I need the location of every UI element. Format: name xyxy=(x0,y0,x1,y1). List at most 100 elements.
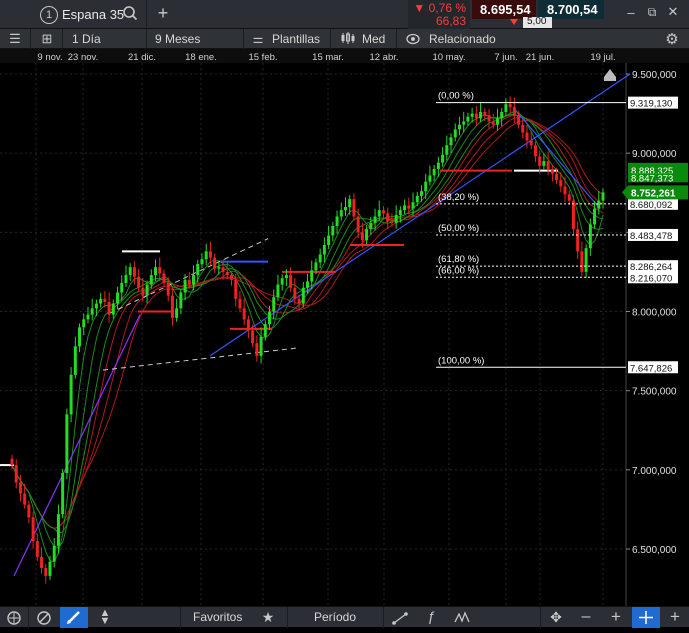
no-draw-icon[interactable] xyxy=(36,610,52,629)
function-tool-icon[interactable]: ƒ xyxy=(423,608,439,624)
period-button[interactable]: Período xyxy=(314,610,356,624)
candle-body xyxy=(268,311,272,325)
instrument-name[interactable]: Espana 35 xyxy=(62,7,124,22)
price-tick-label: 8.000,000 xyxy=(632,308,677,319)
candle-body xyxy=(192,275,196,285)
instrument-index-icon[interactable]: 1 xyxy=(40,6,58,24)
candle-body xyxy=(225,271,229,276)
candle-body xyxy=(221,267,225,272)
add-tab-icon[interactable]: + xyxy=(154,4,172,22)
candle-body xyxy=(339,210,343,217)
candle-body xyxy=(487,115,491,122)
candle-body xyxy=(517,115,521,125)
candle-body xyxy=(335,216,339,226)
settings-gear-icon[interactable]: ⚙ xyxy=(664,30,680,48)
layout-grid-icon[interactable]: ⊞ xyxy=(40,31,54,47)
candle-body xyxy=(246,319,250,331)
date-tick-label: 21 dic. xyxy=(128,52,156,63)
candle-body xyxy=(73,346,77,375)
candle-body xyxy=(373,216,377,223)
candle-body xyxy=(251,330,255,344)
candle-body xyxy=(571,200,575,230)
candle-body xyxy=(588,224,592,249)
chart-toolbar: ☰ ⊞ 1 Día 9 Meses ⚌ Plantillas Med Relac… xyxy=(0,29,689,49)
ma-green-line xyxy=(11,113,604,549)
crosshair-button[interactable] xyxy=(632,607,660,628)
candle-body xyxy=(411,202,415,209)
candle-body xyxy=(276,284,280,298)
fibonacci-price-label: 9.319,130 xyxy=(630,99,672,110)
popout-icon[interactable]: ⧉ xyxy=(645,5,659,20)
chart-area[interactable]: 9 nov. 23 nov. 21 dic. 18 ene. 15 feb. 15 mar… xyxy=(0,49,689,606)
candle-body xyxy=(272,297,276,312)
menu-icon[interactable]: ☰ xyxy=(8,31,22,47)
pattern-tool-icon[interactable] xyxy=(454,610,470,629)
candle-body xyxy=(230,275,234,280)
candle-body xyxy=(111,303,115,315)
candle-body xyxy=(479,112,483,119)
close-icon[interactable]: ✕ xyxy=(666,4,680,20)
candle-body xyxy=(187,279,191,285)
range-selector[interactable]: 9 Meses xyxy=(155,32,200,46)
candle-body xyxy=(533,145,537,157)
candle-body xyxy=(436,162,440,169)
candle-body xyxy=(559,180,563,187)
date-tick-label: 15 feb. xyxy=(248,52,277,63)
candle-body xyxy=(293,287,297,299)
favorites-button[interactable]: Favoritos xyxy=(193,610,242,624)
pencil-button[interactable] xyxy=(60,607,88,628)
candle-body xyxy=(327,235,331,245)
bottom-toolbar: ▲ ▼ Favoritos ★ Período ƒ ✥ – + + xyxy=(0,606,689,629)
zoom-out-icon[interactable]: – xyxy=(579,608,593,626)
fibonacci-price-label: 8.216,070 xyxy=(630,273,672,284)
trendline-tool-icon[interactable] xyxy=(392,610,408,629)
zoom-in-icon[interactable]: + xyxy=(609,607,623,627)
minimize-icon[interactable]: – xyxy=(624,5,638,20)
candle-body xyxy=(289,275,293,288)
candle-body xyxy=(419,191,423,196)
candle-body xyxy=(512,107,516,116)
fibonacci-level-label: (100,00 %) xyxy=(438,355,484,366)
templates-button[interactable]: Plantillas xyxy=(272,32,320,46)
candle-body xyxy=(398,210,402,215)
candle-body xyxy=(170,295,174,318)
candle-body xyxy=(52,545,56,562)
fibonacci-level-label: (38,20 %) xyxy=(438,192,479,203)
candle-body xyxy=(415,195,419,203)
candles-icon xyxy=(340,31,356,48)
candle-body xyxy=(259,336,263,356)
ma-price-label: 8.847,373 xyxy=(631,173,673,184)
fibonacci-price-label: 8.680,092 xyxy=(630,200,672,211)
change-box: ▼ 0,76 % 66,83 xyxy=(408,0,470,29)
search-icon[interactable] xyxy=(122,4,138,22)
candle-body xyxy=(310,270,314,282)
candle-body xyxy=(576,229,580,252)
candle-body xyxy=(234,279,238,299)
price-type-selector[interactable]: Med xyxy=(362,32,385,46)
related-icon xyxy=(406,33,420,45)
candle-body xyxy=(40,556,44,568)
crosshair-move-icon[interactable]: ✥ xyxy=(548,609,564,626)
candle-body xyxy=(90,308,94,315)
candle-body xyxy=(318,254,322,263)
star-icon[interactable]: ★ xyxy=(260,609,276,626)
related-button[interactable]: Relacionado xyxy=(429,32,496,46)
candlestick-chart[interactable]: 9 nov. 23 nov. 21 dic. 18 ene. 15 feb. 15 mar… xyxy=(0,49,689,606)
candle-body xyxy=(386,213,390,222)
candle-body xyxy=(521,124,525,133)
interval-selector[interactable]: 1 Día xyxy=(72,32,101,46)
candle-body xyxy=(61,473,65,515)
date-tick-label: 21 jun. xyxy=(526,52,555,63)
date-axis-bar xyxy=(0,49,689,63)
candle-body xyxy=(424,181,428,192)
candle-body xyxy=(284,275,288,279)
candle-body xyxy=(314,262,318,271)
candle-body xyxy=(331,226,335,236)
candle-body xyxy=(453,129,457,138)
candle-body xyxy=(78,327,82,347)
candle-body xyxy=(141,287,145,296)
candle-body xyxy=(457,124,461,130)
move-arrows-icon[interactable]: ▲ ▼ xyxy=(98,608,112,627)
add-panel-icon[interactable]: + xyxy=(667,607,683,627)
crosshair-circle-icon[interactable] xyxy=(6,610,22,629)
